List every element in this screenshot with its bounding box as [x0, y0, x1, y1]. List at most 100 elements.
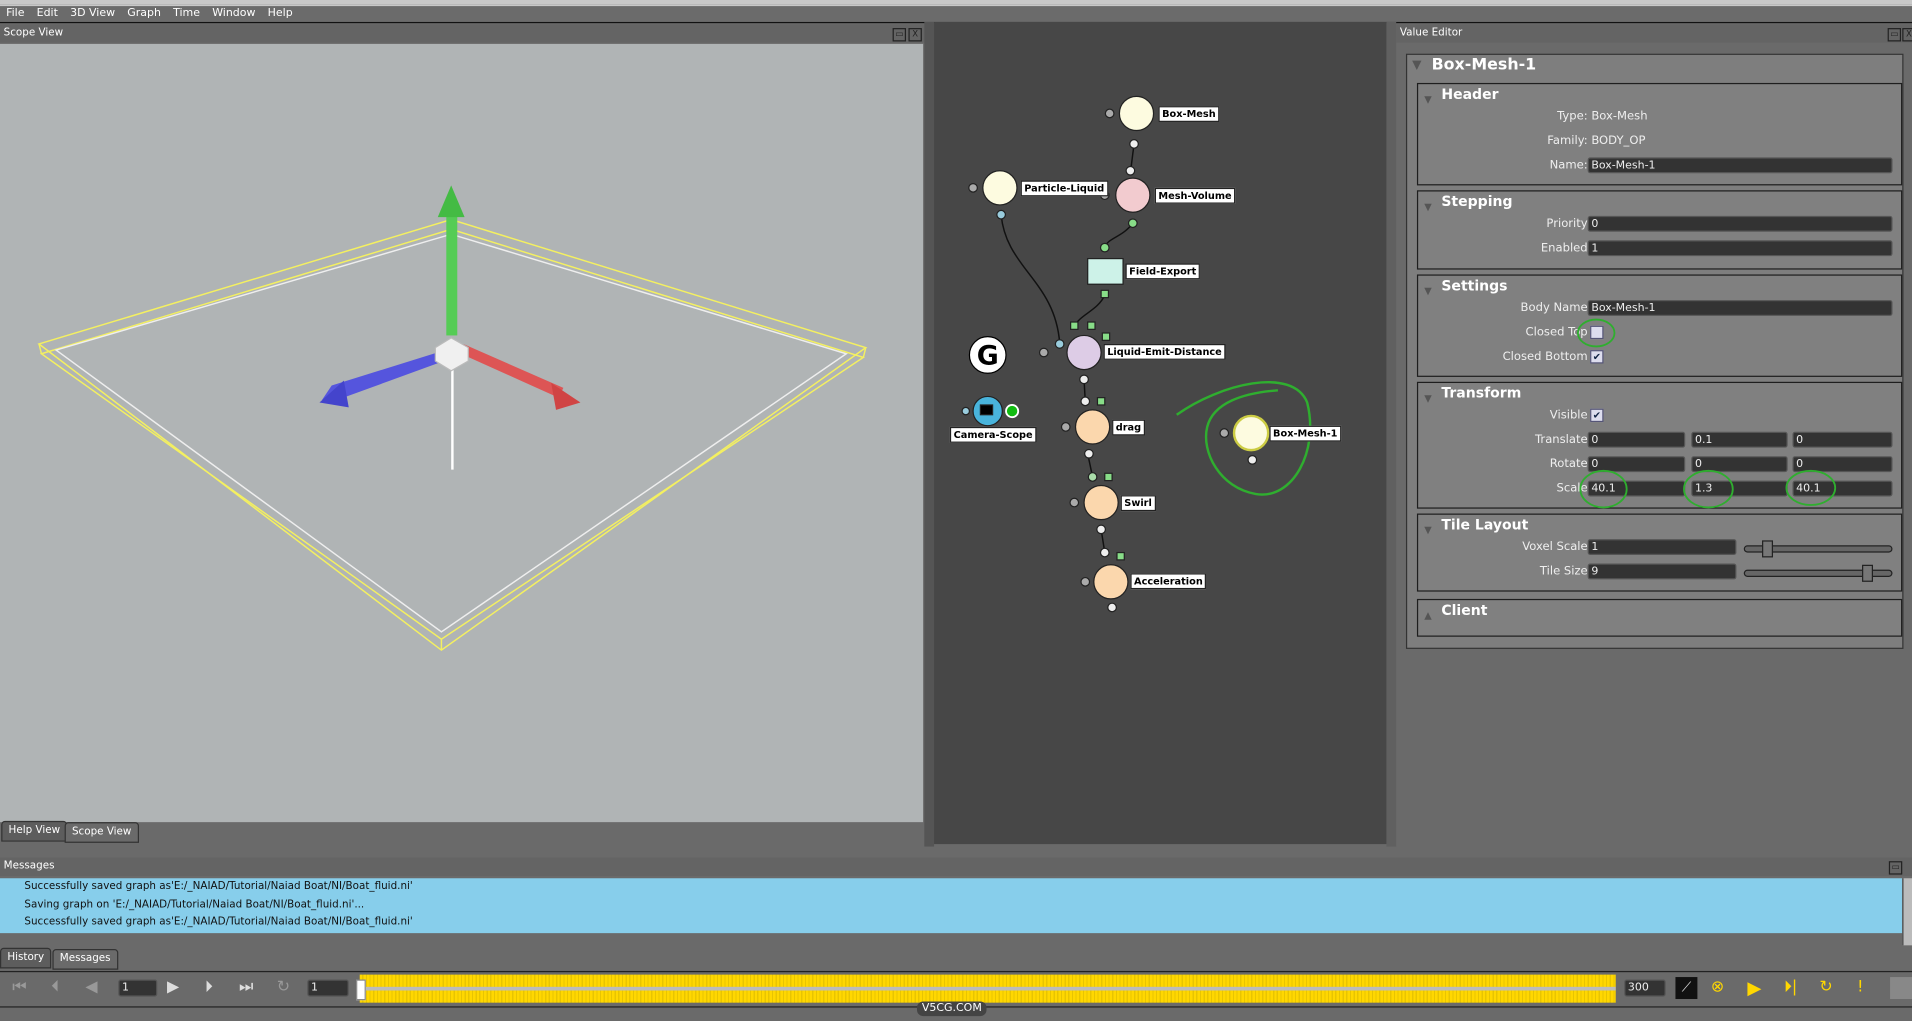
voxel-scale-slider[interactable] [1743, 540, 1893, 558]
close-panel-icon[interactable]: X [1902, 28, 1912, 42]
stop-icon[interactable]: ⊗ [1711, 977, 1724, 999]
watermark: V5CG.COM [916, 1001, 987, 1017]
visible-checkbox[interactable]: ✔ [1590, 408, 1604, 423]
warning-icon[interactable]: ! [1857, 977, 1863, 999]
node-label[interactable]: Acceleration [1130, 573, 1207, 590]
label: Type: [1557, 109, 1588, 124]
node-graph[interactable]: G Box-Mesh Mesh-Volume Particle-Liquid F… [934, 21, 1387, 845]
collapse-triangle-icon[interactable]: ▼ [1412, 59, 1421, 72]
menu-time[interactable]: Time [167, 6, 206, 22]
step-forward-icon[interactable]: ⏵ [205, 977, 213, 999]
priority-field[interactable]: 0 [1587, 215, 1893, 232]
play-icon[interactable]: ▶ [167, 977, 179, 999]
run-icon[interactable]: ▶ [1747, 977, 1761, 999]
node-box-mesh-1[interactable] [1232, 414, 1270, 452]
expand-triangle-icon[interactable]: ▲ [1424, 605, 1432, 626]
start-frame-field[interactable]: 1 [307, 979, 349, 997]
tab-messages[interactable]: Messages [52, 949, 118, 970]
voxel-scale-field[interactable]: 1 [1587, 539, 1737, 556]
go-to-end-icon[interactable]: ⏭ [239, 977, 253, 999]
rotate-x-field[interactable]: 0 [1587, 456, 1686, 473]
node-acceleration[interactable] [1093, 564, 1129, 600]
menu-help[interactable]: Help [262, 6, 299, 22]
node-swirl[interactable] [1083, 484, 1119, 521]
play-backward-icon[interactable]: ◀ [85, 977, 97, 999]
translate-y-field[interactable]: 0.1 [1691, 431, 1788, 448]
refresh-icon[interactable]: ↻ [1819, 977, 1832, 999]
tile-size-field[interactable]: 9 [1587, 563, 1737, 580]
splitter[interactable] [1386, 21, 1397, 847]
go-to-start-icon[interactable]: ⏮ [12, 977, 26, 999]
tab-help-view[interactable]: Help View [1, 820, 68, 842]
node-drag[interactable] [1074, 409, 1111, 445]
label: Voxel Scale [1522, 540, 1588, 554]
tile-size-slider[interactable] [1743, 564, 1893, 582]
float-panel-icon[interactable]: ▭ [1888, 861, 1903, 875]
node-label[interactable]: Swirl [1120, 495, 1156, 512]
node-label[interactable]: Camera-Scope [949, 426, 1037, 443]
node-label[interactable]: Box-Mesh-1 [1269, 425, 1342, 442]
menu-window[interactable]: Window [206, 6, 261, 22]
menu-graph[interactable]: Graph [121, 6, 167, 22]
rotate-y-field[interactable]: 0 [1691, 456, 1788, 473]
scope-viewport[interactable] [0, 43, 924, 823]
label: Name: [1549, 158, 1588, 172]
node-label[interactable]: Field-Export [1125, 263, 1200, 280]
menu-file[interactable]: File [0, 6, 31, 22]
close-panel-icon[interactable]: X [908, 28, 922, 42]
section-title: Client [1441, 601, 1488, 619]
curve-editor-icon[interactable]: ⟋ [1675, 977, 1698, 1000]
camera-icon [979, 404, 994, 416]
run-step-icon[interactable]: ⏵| [1784, 977, 1797, 999]
section-title: Transform [1441, 384, 1522, 402]
body-name-field[interactable]: Box-Mesh-1 [1587, 300, 1893, 316]
node-field-export[interactable] [1087, 257, 1124, 285]
name-field[interactable]: Box-Mesh-1 [1587, 157, 1893, 174]
node-box-mesh[interactable] [1118, 95, 1155, 132]
label: Visible [1549, 408, 1588, 423]
translate-z-field[interactable]: 0 [1792, 431, 1893, 448]
node-label[interactable]: Particle-Liquid [1020, 180, 1108, 197]
global-icon-letter: G [977, 341, 999, 372]
section-tile-layout: ▼ Tile Layout Voxel Scale 1 Tile Size 9 [1416, 513, 1903, 592]
splitter[interactable] [924, 21, 935, 847]
scale-y-field[interactable]: 1.3 [1691, 480, 1788, 497]
node-label[interactable]: Liquid-Emit-Distance [1103, 343, 1226, 360]
messages-scrollbar[interactable] [1902, 878, 1912, 946]
scale-x-field[interactable]: 40.1 [1587, 480, 1686, 497]
messages-list: Successfully saved graph as'E:/_NAIAD/Tu… [0, 878, 1903, 934]
float-panel-icon[interactable]: ▭ [892, 28, 907, 42]
slider-handle[interactable] [1862, 564, 1873, 582]
node-liquid-emit-distance[interactable] [1066, 334, 1102, 371]
node-label[interactable]: Box-Mesh [1158, 106, 1220, 122]
end-frame-field[interactable]: 300 [1624, 979, 1666, 997]
node-mesh-volume[interactable] [1115, 177, 1151, 213]
type-value: Box-Mesh [1591, 109, 1648, 124]
extra-button[interactable] [1890, 977, 1912, 1000]
closed-bottom-checkbox[interactable]: ✔ [1590, 350, 1604, 364]
transform-gizmo[interactable] [319, 185, 581, 470]
tab-history[interactable]: History [0, 947, 52, 969]
scale-z-field[interactable]: 40.1 [1792, 480, 1893, 497]
playhead-handle[interactable] [356, 979, 366, 1001]
menu-edit[interactable]: Edit [31, 6, 64, 22]
scope-view-title: Scope View [0, 24, 925, 43]
node-label[interactable]: Mesh-Volume [1154, 187, 1236, 204]
enabled-field[interactable]: 1 [1587, 240, 1893, 257]
tab-scope-view[interactable]: Scope View [64, 822, 139, 843]
step-back-icon[interactable]: ⏴ [51, 977, 59, 999]
translate-x-field[interactable]: 0 [1587, 431, 1686, 448]
current-frame-field[interactable]: 1 [118, 979, 158, 997]
node-label[interactable]: drag [1112, 419, 1145, 436]
node-particle-liquid[interactable] [982, 170, 1018, 206]
float-panel-icon[interactable]: ▭ [1887, 28, 1902, 42]
rotate-z-field[interactable]: 0 [1792, 456, 1893, 473]
label: Enabled [1540, 241, 1588, 255]
section-title: Stepping [1441, 192, 1513, 210]
section-title: Settings [1441, 276, 1508, 294]
menu-3d-view[interactable]: 3D View [64, 6, 121, 22]
slider-handle[interactable] [1762, 540, 1774, 558]
timeline-scrubber[interactable] [356, 974, 1616, 1003]
loop-icon[interactable]: ↻ [277, 977, 290, 999]
messages-header: Messages ▭ [0, 857, 1912, 878]
